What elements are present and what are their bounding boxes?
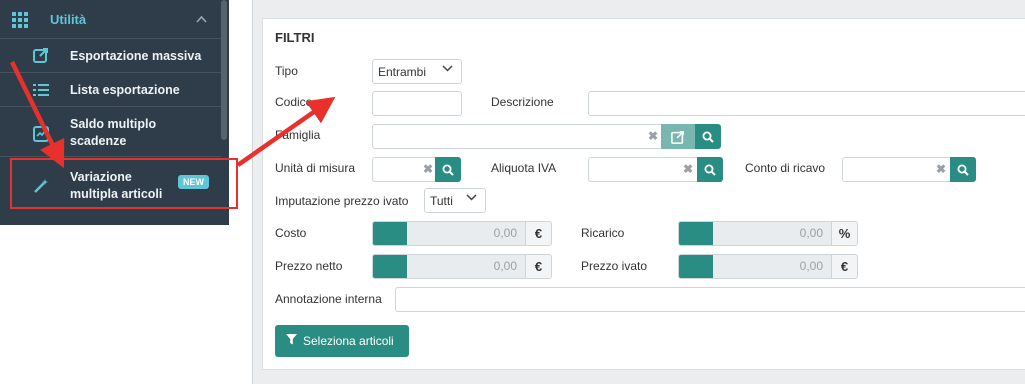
descrizione-label: Descrizione [491, 95, 554, 109]
imputazione-label: Imputazione prezzo ivato [275, 194, 409, 208]
descrizione-input[interactable] [588, 91, 1025, 116]
search-icon [704, 164, 716, 176]
seleziona-articoli-label: Seleziona articoli [303, 334, 394, 348]
prezzo-ivato-value: 0,00 [799, 259, 823, 273]
unita-label: Unità di misura [275, 161, 356, 175]
sidebar-section-utilita[interactable]: Utilità [0, 0, 221, 38]
famiglia-label: Famiglia [275, 128, 321, 142]
ricarico-fill [679, 222, 713, 245]
chevron-down-icon [442, 64, 453, 75]
codice-label: Codice [275, 95, 313, 109]
ricarico-field[interactable]: 0,00 % [678, 221, 858, 246]
unita-clear-icon[interactable]: ✖ [423, 162, 433, 176]
search-icon [957, 164, 969, 176]
prezzo-netto-value: 0,00 [493, 259, 517, 273]
panel-title: FILTRI [275, 30, 315, 45]
sidebar-item-esportazione-massiva[interactable]: Esportazione massiva [0, 38, 221, 72]
prezzo-netto-label: Prezzo netto [275, 259, 343, 273]
tipo-select-value: Entrambi [378, 64, 427, 79]
aliquota-input[interactable] [588, 157, 698, 182]
prezzo-netto-fill [373, 255, 407, 278]
costo-fill [373, 222, 407, 245]
conto-search-button[interactable] [950, 157, 976, 182]
filter-icon [286, 334, 297, 348]
chevron-down-icon [466, 193, 477, 204]
external-link-button[interactable] [661, 124, 695, 149]
tipo-select[interactable]: Entrambi [372, 59, 462, 84]
sidebar-section-title: Utilità [50, 11, 87, 27]
conto-clear-icon[interactable]: ✖ [936, 162, 946, 176]
search-icon [442, 164, 454, 176]
ricarico-value: 0,00 [799, 226, 823, 240]
annotazione-input[interactable] [395, 287, 1025, 312]
external-link-icon [671, 130, 685, 144]
aliquota-clear-icon[interactable]: ✖ [683, 162, 693, 176]
prezzo-ivato-fill [679, 255, 713, 278]
annotazione-label: Annotazione interna [275, 292, 382, 306]
sidebar-item-saldo-multiplo-scadenze[interactable]: Saldo multiplo scadenze [0, 106, 221, 156]
imputazione-select[interactable]: Tutti [424, 188, 486, 213]
search-icon [702, 131, 714, 143]
export-icon [32, 46, 50, 64]
prezzo-ivato-label: Prezzo ivato [581, 259, 648, 273]
highlight-box [10, 158, 238, 209]
chevron-up-icon[interactable] [196, 12, 207, 26]
sidebar-item-lista-esportazione[interactable]: Lista esportazione [0, 72, 221, 106]
euro-icon: € [831, 255, 857, 278]
ricarico-label: Ricarico [581, 226, 625, 240]
costo-label: Costo [275, 226, 307, 240]
percent-icon: % [831, 222, 857, 245]
imputazione-select-value: Tutti [430, 193, 453, 208]
grid-icon [12, 12, 30, 28]
famiglia-clear-icon[interactable]: ✖ [648, 129, 658, 143]
aliquota-label: Aliquota IVA [491, 161, 557, 175]
sidebar-item-label: Lista esportazione [70, 83, 180, 97]
list-icon [32, 81, 50, 99]
tipo-label: Tipo [275, 64, 298, 78]
unita-search-button[interactable] [435, 157, 461, 182]
prezzo-ivato-field[interactable]: 0,00 € [678, 254, 858, 279]
seleziona-articoli-button[interactable]: Seleziona articoli [275, 325, 409, 357]
conto-label: Conto di ricavo [745, 161, 826, 175]
famiglia-search-button[interactable] [695, 124, 721, 149]
codice-input[interactable] [372, 91, 462, 116]
aliquota-search-button[interactable] [697, 157, 723, 182]
famiglia-input[interactable] [372, 124, 662, 149]
costo-field[interactable]: 0,00 € [372, 221, 552, 246]
prezzo-netto-field[interactable]: 0,00 € [372, 254, 552, 279]
sidebar-item-label: Saldo multiplo scadenze [70, 117, 157, 148]
sidebar-scrollbar[interactable] [221, 0, 227, 140]
chart-icon [32, 125, 50, 143]
euro-icon: € [525, 255, 551, 278]
sidebar-item-label: Esportazione massiva [70, 49, 202, 63]
costo-value: 0,00 [493, 226, 517, 240]
euro-icon: € [525, 222, 551, 245]
